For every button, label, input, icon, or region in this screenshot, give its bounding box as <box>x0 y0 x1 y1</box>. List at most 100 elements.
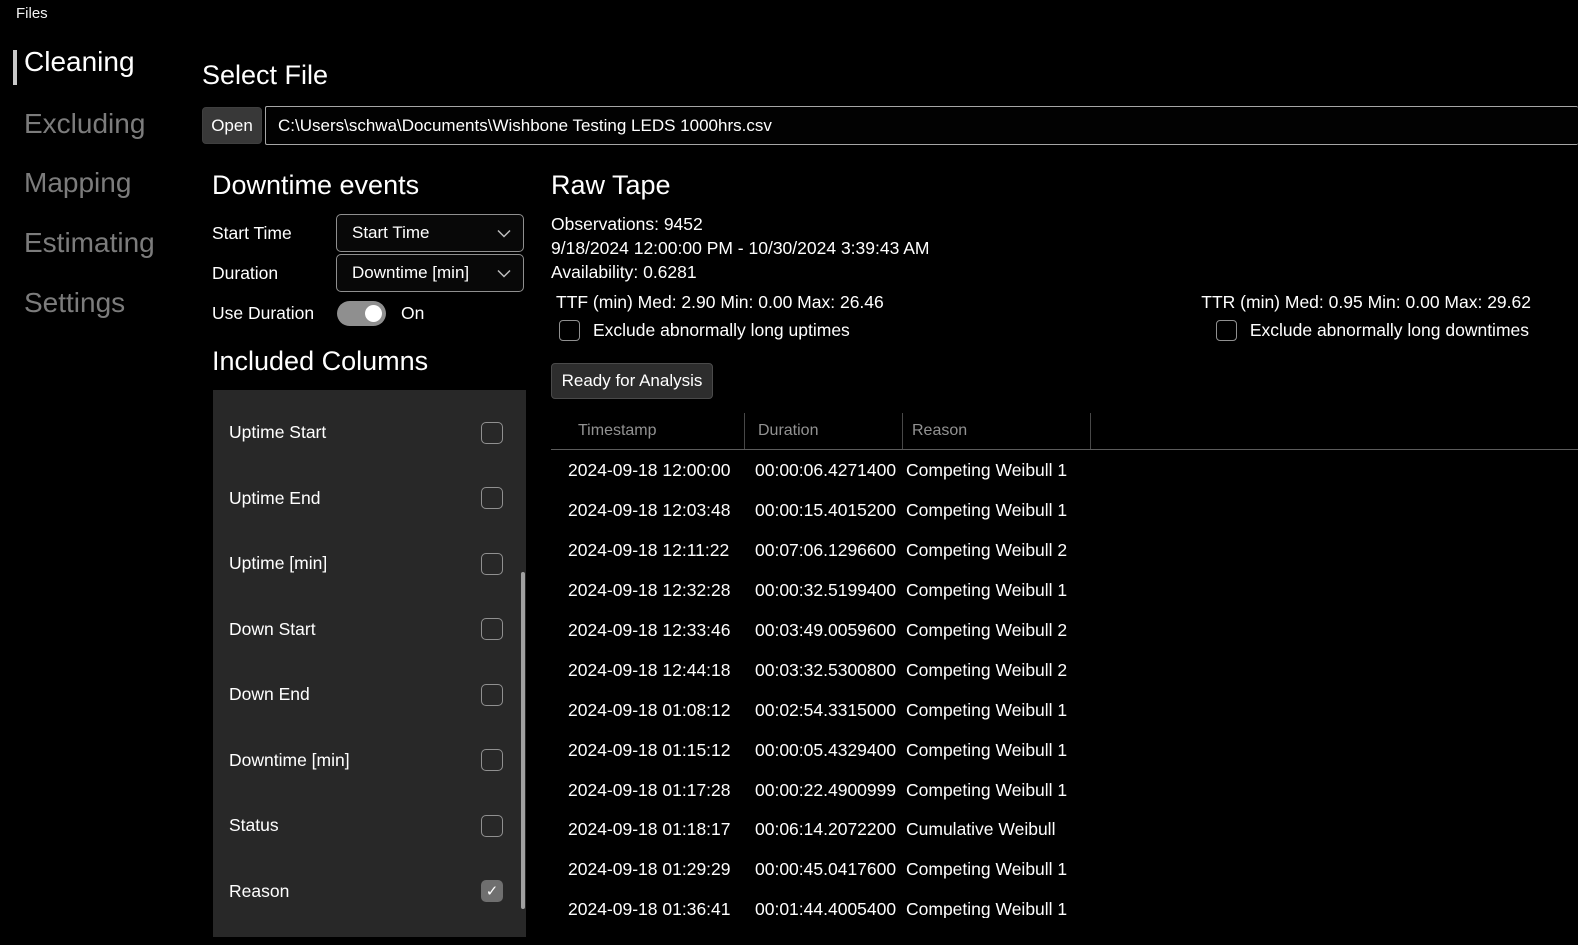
row-reason: Competing Weibull 1 <box>903 700 1091 721</box>
row-duration: 00:00:15.4015200 <box>745 500 903 521</box>
included-columns-list: Uptime Start ✓ Uptime End ✓ Uptime [min]… <box>213 390 526 937</box>
row-reason: Competing Weibull 1 <box>903 740 1091 761</box>
exclude-long-downtimes-row: ✓ Exclude abnormally long downtimes <box>1216 320 1529 341</box>
table-body[interactable]: 2024-09-18 12:00:00 00:00:06.4271400 Com… <box>551 451 1578 918</box>
use-duration-label: Use Duration <box>212 303 314 324</box>
included-column-item[interactable]: Down End ✓ <box>213 662 526 728</box>
table-row[interactable]: 2024-09-18 12:00:00 00:00:06.4271400 Com… <box>551 451 1578 491</box>
start-time-dropdown-value: Start Time <box>352 223 429 243</box>
table-row[interactable]: 2024-09-18 01:15:12 00:00:05.4329400 Com… <box>551 730 1578 770</box>
chevron-down-icon <box>497 269 511 278</box>
row-timestamp: 2024-09-18 12:11:22 <box>551 540 745 561</box>
column-header-reason[interactable]: Reason <box>903 413 1091 449</box>
row-reason: Competing Weibull 2 <box>903 620 1091 641</box>
start-time-dropdown[interactable]: Start Time <box>336 214 524 252</box>
table-row[interactable]: 2024-09-18 12:44:18 00:03:32.5300800 Com… <box>551 650 1578 690</box>
sidebar-item-settings[interactable]: Settings <box>24 287 125 319</box>
included-column-label: Uptime Start <box>229 422 326 443</box>
selected-item-accent-bar <box>13 50 17 85</box>
table-row[interactable]: 2024-09-18 01:18:17 00:06:14.2072200 Cum… <box>551 810 1578 850</box>
downtime-events-title: Downtime events <box>212 170 419 201</box>
row-reason: Competing Weibull 2 <box>903 540 1091 561</box>
table-row[interactable]: 2024-09-18 12:32:28 00:00:32.5199400 Com… <box>551 571 1578 611</box>
row-duration: 00:03:49.0059600 <box>745 620 903 641</box>
start-time-label: Start Time <box>212 223 292 244</box>
ready-for-analysis-button[interactable]: Ready for Analysis <box>551 363 713 399</box>
raw-tape-title: Raw Tape <box>551 170 671 201</box>
row-timestamp: 2024-09-18 01:15:12 <box>551 740 745 761</box>
toggle-knob <box>365 305 382 322</box>
row-timestamp: 2024-09-18 12:32:28 <box>551 580 745 601</box>
sidebar-item-cleaning[interactable]: Cleaning <box>24 46 135 78</box>
row-duration: 00:01:44.4005400 <box>745 899 903 918</box>
included-column-label: Downtime [min] <box>229 750 350 771</box>
row-duration: 00:00:22.4900999 <box>745 780 903 801</box>
included-column-label: Uptime [min] <box>229 553 327 574</box>
open-file-button[interactable]: Open <box>202 107 262 144</box>
duration-dropdown-value: Downtime [min] <box>352 263 469 283</box>
table-row[interactable]: 2024-09-18 12:03:48 00:00:15.4015200 Com… <box>551 491 1578 531</box>
column-checkbox[interactable]: ✓ <box>481 618 503 640</box>
included-columns-items: Uptime Start ✓ Uptime End ✓ Uptime [min]… <box>213 400 526 924</box>
ttr-summary: TTR (min) Med: 0.95 Min: 0.00 Max: 29.62 <box>1201 292 1531 313</box>
row-reason: Competing Weibull 1 <box>903 780 1091 801</box>
included-column-item[interactable]: Down Start ✓ <box>213 597 526 663</box>
exclude-long-uptimes-label: Exclude abnormally long uptimes <box>593 320 850 341</box>
sidebar-item-mapping[interactable]: Mapping <box>24 167 131 199</box>
row-duration: 00:02:54.3315000 <box>745 700 903 721</box>
list-scrollbar[interactable] <box>521 572 525 909</box>
observations-value: Observations: 9452 <box>551 214 703 235</box>
included-column-item[interactable]: Status ✓ <box>213 793 526 859</box>
exclude-long-downtimes-checkbox[interactable]: ✓ <box>1216 320 1237 341</box>
column-checkbox[interactable]: ✓ <box>481 749 503 771</box>
row-timestamp: 2024-09-18 01:18:17 <box>551 819 745 840</box>
row-timestamp: 2024-09-18 01:29:29 <box>551 859 745 880</box>
included-column-label: Status <box>229 815 279 836</box>
table-row[interactable]: 2024-09-18 01:29:29 00:00:45.0417600 Com… <box>551 850 1578 890</box>
row-timestamp: 2024-09-18 12:03:48 <box>551 500 745 521</box>
column-checkbox[interactable]: ✓ <box>481 553 503 575</box>
included-column-label: Reason <box>229 881 289 902</box>
row-timestamp: 2024-09-18 12:00:00 <box>551 460 745 481</box>
table-row[interactable]: 2024-09-18 01:36:41 00:01:44.4005400 Com… <box>551 890 1578 918</box>
column-checkbox[interactable]: ✓ <box>481 684 503 706</box>
column-checkbox[interactable]: ✓ <box>481 422 503 444</box>
row-reason: Competing Weibull 1 <box>903 859 1091 880</box>
included-column-item[interactable]: Downtime [min] ✓ <box>213 728 526 794</box>
table-row[interactable]: 2024-09-18 12:11:22 00:07:06.1296600 Com… <box>551 531 1578 571</box>
column-checkbox[interactable]: ✓ <box>481 815 503 837</box>
sidebar-item-excluding[interactable]: Excluding <box>24 108 145 140</box>
column-header-timestamp[interactable]: Timestamp <box>551 413 745 449</box>
table-row[interactable]: 2024-09-18 01:08:12 00:02:54.3315000 Com… <box>551 690 1578 730</box>
sidebar-item-estimating[interactable]: Estimating <box>24 227 155 259</box>
table-row[interactable]: 2024-09-18 01:17:28 00:00:22.4900999 Com… <box>551 770 1578 810</box>
included-column-item[interactable]: Reason ✓ <box>213 859 526 925</box>
included-column-item[interactable]: Uptime [min] ✓ <box>213 531 526 597</box>
exclude-long-uptimes-row: ✓ Exclude abnormally long uptimes <box>559 320 850 341</box>
column-checkbox[interactable]: ✓ <box>481 487 503 509</box>
row-reason: Competing Weibull 1 <box>903 580 1091 601</box>
row-timestamp: 2024-09-18 01:08:12 <box>551 700 745 721</box>
select-file-title: Select File <box>202 60 328 91</box>
column-checkbox[interactable]: ✓ <box>481 880 503 902</box>
included-column-item[interactable]: Uptime Start ✓ <box>213 400 526 466</box>
file-path-input[interactable] <box>265 106 1578 145</box>
row-timestamp: 2024-09-18 01:36:41 <box>551 899 745 918</box>
table-row[interactable]: 2024-09-18 12:33:46 00:03:49.0059600 Com… <box>551 611 1578 651</box>
row-reason: Cumulative Weibull <box>903 819 1091 840</box>
column-header-duration[interactable]: Duration <box>745 413 903 449</box>
included-columns-title: Included Columns <box>212 346 428 377</box>
use-duration-toggle[interactable] <box>337 301 386 326</box>
row-duration: 00:06:14.2072200 <box>745 819 903 840</box>
included-column-item[interactable]: Uptime End ✓ <box>213 466 526 532</box>
check-icon: ✓ <box>486 884 499 899</box>
duration-dropdown[interactable]: Downtime [min] <box>336 254 524 292</box>
row-reason: Competing Weibull 1 <box>903 899 1091 918</box>
row-duration: 00:00:45.0417600 <box>745 859 903 880</box>
row-duration: 00:03:32.5300800 <box>745 660 903 681</box>
date-range-value: 9/18/2024 12:00:00 PM - 10/30/2024 3:39:… <box>551 238 929 259</box>
included-column-label: Down Start <box>229 619 316 640</box>
row-duration: 00:00:05.4329400 <box>745 740 903 761</box>
exclude-long-uptimes-checkbox[interactable]: ✓ <box>559 320 580 341</box>
files-menu[interactable]: Files <box>16 5 48 22</box>
